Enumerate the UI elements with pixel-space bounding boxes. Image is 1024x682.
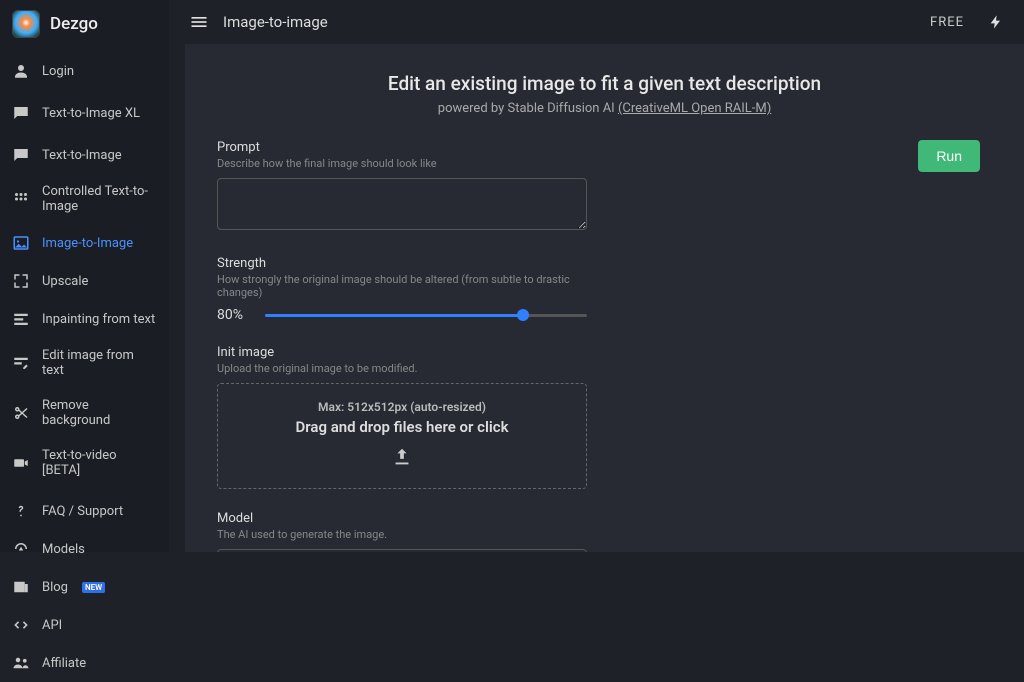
init-image-help: Upload the original image to be modified… — [217, 362, 587, 375]
init-image-label: Init image — [217, 345, 587, 360]
sidebar-item-label: Text-to-Image XL — [42, 106, 140, 121]
license-link[interactable]: (CreativeML Open RAIL-M) — [618, 101, 771, 116]
bolt-icon[interactable] — [988, 14, 1004, 30]
new-badge: NEW — [82, 582, 105, 593]
page-title: Image-to-image — [223, 13, 328, 31]
menu-toggle-button[interactable] — [189, 12, 209, 32]
sidebar-item-text-to-image[interactable]: Text-to-Image — [0, 136, 169, 174]
sidebar-item-affiliate[interactable]: Affiliate — [0, 644, 169, 682]
grid-icon — [12, 190, 30, 208]
hero-subtitle: powered by Stable Diffusion AI (Creative… — [205, 101, 1004, 116]
sidebar-item-edit-image[interactable]: Edit image from text — [0, 338, 169, 388]
brand-name: Dezgo — [50, 14, 98, 34]
sidebar-login-label: Login — [42, 64, 74, 79]
help-icon — [12, 502, 30, 520]
image-icon — [12, 234, 30, 252]
init-image-dropzone[interactable]: Max: 512x512px (auto-resized) Drag and d… — [217, 383, 587, 489]
sidebar-item-faq[interactable]: FAQ / Support — [0, 492, 169, 530]
dropzone-text: Drag and drop files here or click — [234, 418, 570, 436]
sidebar-item-image-to-image[interactable]: Image-to-Image — [0, 224, 169, 262]
sidebar-item-controlled-text-to-image[interactable]: Controlled Text-to-Image — [0, 174, 169, 224]
sidebar-item-label: API — [42, 618, 62, 633]
people-icon — [12, 654, 30, 672]
sidebar-item-models[interactable]: Models — [0, 530, 169, 568]
prompt-help: Describe how the final image should look… — [217, 157, 587, 170]
sidebar-item-label: Image-to-Image — [42, 236, 133, 251]
sidebar-item-label: Models — [42, 542, 85, 557]
edit-lines-icon — [12, 354, 30, 372]
sidebar-item-label: Edit image from text — [42, 348, 157, 378]
sidebar-item-label: Inpainting from text — [42, 312, 155, 327]
sidebar-item-text-to-image-xl[interactable]: Text-to-Image XL — [0, 94, 169, 132]
model-label: Model — [217, 511, 587, 526]
sidebar-item-label: Upscale — [42, 274, 88, 289]
sidebar-item-label: Text-to-video [BETA] — [42, 448, 157, 478]
message-icon — [12, 104, 30, 122]
sidebar-item-label: FAQ / Support — [42, 504, 123, 519]
sidebar-item-label: Affiliate — [42, 656, 86, 671]
sidebar: Dezgo Login Text-to-Image XL Text-to-Ima… — [0, 0, 169, 552]
gauge-icon — [12, 540, 30, 558]
sidebar-item-text-to-video[interactable]: Text-to-video [BETA] — [0, 438, 169, 488]
slider-thumb[interactable] — [517, 309, 529, 321]
cut-icon — [12, 404, 30, 422]
code-icon — [12, 616, 30, 634]
prompt-label: Prompt — [217, 140, 587, 155]
news-icon — [12, 578, 30, 596]
dropzone-max: Max: 512x512px (auto-resized) — [234, 400, 570, 414]
sidebar-item-remove-background[interactable]: Remove background — [0, 388, 169, 438]
message-icon — [12, 146, 30, 164]
prompt-input[interactable] — [217, 178, 587, 230]
video-icon — [12, 454, 30, 472]
content-area: Edit an existing image to fit a given te… — [185, 44, 1024, 552]
lines-icon — [12, 310, 30, 328]
sidebar-item-api[interactable]: API — [0, 606, 169, 644]
topbar: Image-to-image FREE — [169, 0, 1024, 44]
sidebar-item-label: Remove background — [42, 398, 157, 428]
sidebar-item-label: Controlled Text-to-Image — [42, 184, 157, 214]
strength-slider[interactable] — [265, 314, 587, 317]
sidebar-item-blog[interactable]: Blog NEW — [0, 568, 169, 606]
sidebar-item-upscale[interactable]: Upscale — [0, 262, 169, 300]
plan-badge: FREE — [930, 15, 964, 30]
prompt-field: Prompt Describe how the final image shou… — [217, 140, 587, 234]
upload-icon — [234, 446, 570, 472]
user-icon — [12, 62, 30, 80]
sidebar-item-inpainting[interactable]: Inpainting from text — [0, 300, 169, 338]
run-button[interactable]: Run — [918, 140, 980, 172]
brand-logo-icon — [12, 10, 40, 38]
strength-label: Strength — [217, 256, 587, 271]
model-field: Model The AI used to generate the image.… — [217, 511, 587, 552]
init-image-field: Init image Upload the original image to … — [217, 345, 587, 489]
expand-icon — [12, 272, 30, 290]
strength-value: 80% — [217, 307, 253, 323]
sidebar-item-label: Blog — [42, 580, 68, 595]
strength-help: How strongly the original image should b… — [217, 273, 587, 299]
sidebar-item-label: Text-to-Image — [42, 148, 122, 163]
strength-field: Strength How strongly the original image… — [217, 256, 587, 323]
sidebar-login[interactable]: Login — [0, 52, 169, 90]
brand-row[interactable]: Dezgo — [0, 0, 169, 48]
hero-title: Edit an existing image to fit a given te… — [205, 72, 1004, 95]
model-help: The AI used to generate the image. — [217, 528, 587, 541]
